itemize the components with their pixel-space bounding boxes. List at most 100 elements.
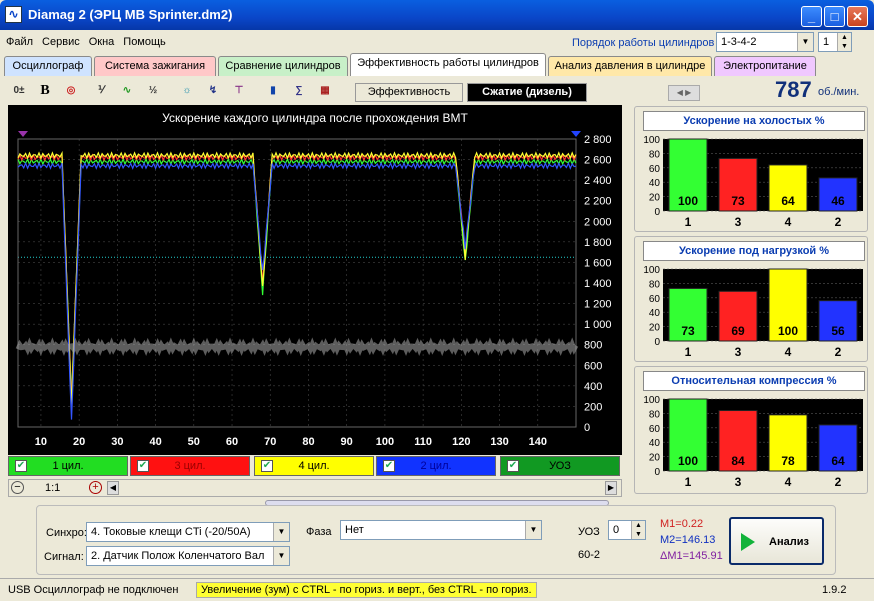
bars-icon[interactable]: ▮	[262, 80, 284, 102]
order-icon[interactable]: ↯	[202, 80, 224, 102]
panel-title: Ускорение на холостых %	[643, 111, 865, 131]
curve-icon[interactable]: ∿	[116, 80, 138, 102]
tab-cylinder-compare[interactable]: Сравнение цилиндров	[218, 56, 348, 76]
panel-load-acceleration: Ускорение под нагрузкой % 0 20 40 60 80 100 73…	[634, 236, 868, 362]
uoz-label: УОЗ	[578, 526, 600, 538]
series-line	[17, 153, 577, 403]
menu-windows[interactable]: Окна	[83, 30, 118, 48]
signal-value: 2. Датчик Полож Коленчатого Вал	[91, 550, 265, 562]
close-button[interactable]: ✕	[847, 6, 868, 27]
sync-label: Синхро:	[46, 527, 87, 539]
bar-category-label: 1	[685, 345, 692, 359]
scale-icon[interactable]: ⅟	[90, 80, 112, 102]
uoz-value: 0	[613, 524, 620, 536]
y-tick-label: 80	[649, 409, 661, 420]
sync-select[interactable]: 4. Токовые клещи CTi (-20/50A) ▼	[86, 522, 290, 542]
subtab-efficiency[interactable]: Эффективность	[355, 83, 463, 102]
minimize-button[interactable]: _	[801, 6, 822, 27]
play-icon	[741, 533, 755, 551]
series-toggle-cyl4[interactable]: ✔ 4 цил.	[254, 456, 374, 476]
y-tick-label: 1 000	[584, 319, 612, 331]
panel-idle-acceleration: Ускорение на холостых % 0 20 40 60 80 100 100 1…	[634, 106, 868, 232]
spin-arrows-icon: ▲ ▼	[837, 33, 851, 51]
x-tick-label: 100	[376, 436, 394, 448]
y-tick-label: 20	[649, 453, 661, 464]
scroll-right-icon[interactable]: ▶	[605, 481, 617, 495]
y-tick-label: 40	[649, 178, 661, 189]
chevron-down-icon: ▼	[273, 547, 289, 565]
series-label: 3 цил.	[174, 460, 206, 472]
rpm-value: 787	[775, 77, 812, 102]
panel-title: Ускорение под нагрузкой %	[643, 241, 865, 261]
tab-ignition[interactable]: Система зажигания	[94, 56, 216, 76]
phase-select[interactable]: Нет ▼	[340, 520, 542, 540]
sensor-icon[interactable]: ☼	[176, 80, 198, 102]
scroll-left-icon[interactable]: ◀	[107, 481, 119, 495]
firing-order-stepper[interactable]: 1 ▲ ▼	[818, 32, 852, 52]
y-tick-label: 80	[649, 279, 661, 290]
series-line	[17, 150, 577, 406]
plot-canvas[interactable]: 0 200 400 600 800 1 000 1 200 1 400 1 600 1 800 2 …	[8, 105, 622, 455]
rpm-icon[interactable]: ◎	[60, 80, 82, 102]
series-toggle-cyl1[interactable]: ✔ 1 цил.	[8, 456, 128, 476]
menu-file[interactable]: Файл	[0, 30, 36, 48]
zoom-out-icon[interactable]: −	[11, 481, 24, 494]
y-tick-label: 800	[584, 340, 602, 352]
bar-value-label: 100	[678, 194, 698, 208]
bar-value-label: 73	[681, 324, 695, 338]
waveform-icon: ∿	[5, 6, 22, 23]
x-tick-label: 20	[73, 436, 85, 448]
uoz-stepper[interactable]: 0 ▲ ▼	[608, 520, 646, 540]
x-tick-label: 70	[264, 436, 276, 448]
bar-value-label: 69	[731, 324, 745, 338]
y-tick-label: 0	[654, 207, 660, 218]
numeric-icon[interactable]: ∑	[288, 80, 310, 102]
acceleration-plot[interactable]: Ускорение каждого цилиндра после прохожд…	[8, 105, 622, 455]
subtab-compression[interactable]: Сжатие (дизель)	[467, 83, 587, 102]
algorithm-icon[interactable]: ½	[142, 80, 164, 102]
x-tick-label: 40	[149, 436, 161, 448]
firing-order-select[interactable]: 1-3-4-2 ▼	[716, 32, 814, 52]
y-tick-label: 60	[649, 294, 661, 305]
analysis-button[interactable]: Анализ	[729, 517, 824, 565]
y-tick-label: 20	[649, 193, 661, 204]
x-tick-label: 60	[226, 436, 238, 448]
subtab-scroll-arrows[interactable]: ◀ ▶	[668, 85, 700, 101]
rpm-unit: об./мин.	[818, 86, 860, 98]
maximize-button[interactable]: □	[824, 6, 845, 27]
bar-value-label: 100	[678, 454, 698, 468]
y-tick-label: 100	[643, 395, 660, 406]
y-tick-label: 2 600	[584, 155, 612, 167]
marker-icon[interactable]: ⊤	[228, 80, 250, 102]
y-tick-label: 80	[649, 149, 661, 160]
series-label: 1 цил.	[52, 460, 84, 472]
series-toggle-cyl2[interactable]: ✔ 2 цил.	[376, 456, 496, 476]
y-tick-label: 1 800	[584, 237, 612, 249]
offset-icon[interactable]: 0±	[8, 80, 30, 102]
chevron-down-icon: ▼	[273, 523, 289, 541]
x-tick-label: 130	[490, 436, 508, 448]
bold-icon[interactable]: B	[34, 80, 56, 102]
series-toggle-uoz[interactable]: ✔ УОЗ	[500, 456, 620, 476]
zoom-in-icon[interactable]: +	[89, 481, 102, 494]
y-tick-label: 0	[654, 337, 660, 348]
menu-service[interactable]: Сервис	[36, 30, 83, 48]
menu-help[interactable]: Помощь	[117, 30, 169, 48]
signal-select[interactable]: 2. Датчик Полож Коленчатого Вал ▼	[86, 546, 290, 566]
idle-acceleration-chart: 0 20 40 60 80 100 100 1 73 3 64 4 46 2	[643, 135, 863, 229]
bar-category-label: 4	[785, 215, 792, 229]
y-tick-label: 400	[584, 381, 602, 393]
tab-cylinder-efficiency[interactable]: Эффективность работы цилиндров	[350, 53, 546, 76]
right-marker-icon	[571, 131, 581, 137]
series-toggle-cyl3[interactable]: ✔ 3 цил.	[130, 456, 250, 476]
tab-pressure-analysis[interactable]: Анализ давления в цилиндре	[548, 56, 712, 76]
bar-category-label: 3	[735, 475, 742, 489]
tab-oscilloscope[interactable]: Осциллограф	[4, 56, 92, 76]
tab-power-supply[interactable]: Электропитание	[714, 56, 816, 76]
series-label: 4 цил.	[298, 460, 330, 472]
x-tick-label: 110	[414, 436, 432, 448]
title-bar: ∿ Diamag 2 (ЭРЦ MB Sprinter.dm2) _ □ ✕	[0, 0, 874, 30]
marker-delta: ΔM1=145.91	[660, 550, 723, 562]
chart-icon[interactable]: ▦	[314, 80, 336, 102]
marker-m2: M2=146.13	[660, 534, 716, 546]
